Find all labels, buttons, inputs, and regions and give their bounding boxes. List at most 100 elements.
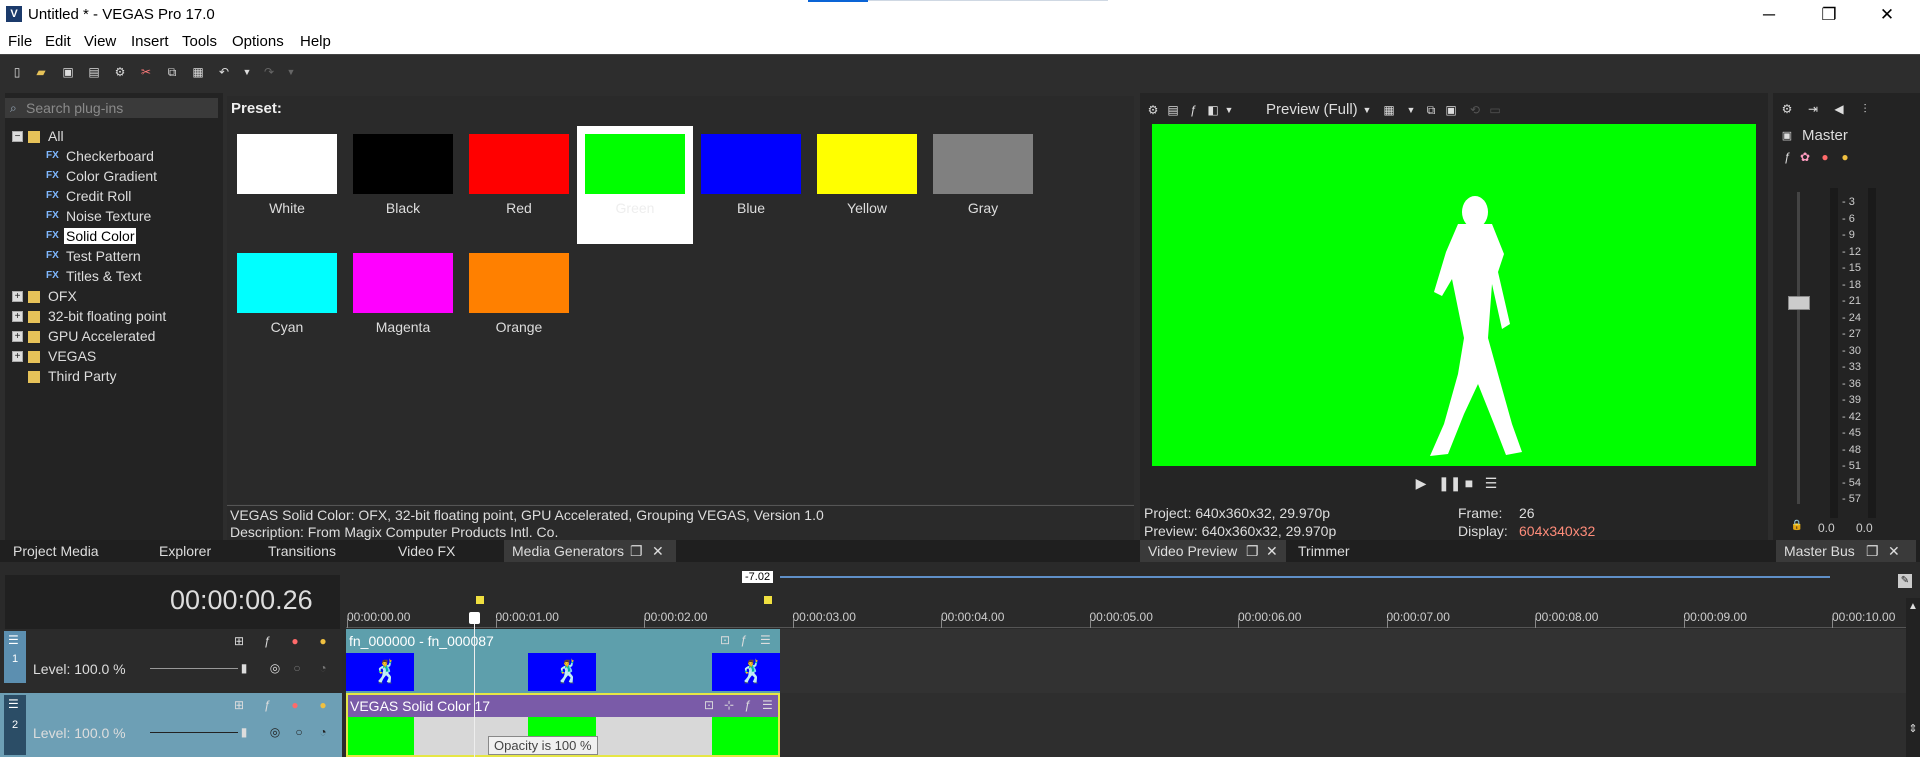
cut-icon[interactable]: ✂ xyxy=(139,65,153,79)
loop-end-marker[interactable] xyxy=(764,596,772,604)
undock-master-icon[interactable]: ❐ xyxy=(1866,540,1879,562)
track-menu-icon[interactable]: ☰ xyxy=(8,697,19,711)
expand-icon[interactable]: + xyxy=(12,291,23,302)
event-pan-crop-icon[interactable]: ⊡ xyxy=(704,698,714,712)
quality-dropdown-icon[interactable]: ▼ xyxy=(1360,103,1374,117)
close-button[interactable]: ✕ xyxy=(1858,0,1916,29)
redo-dropdown-icon[interactable]: ▼ xyxy=(284,65,298,79)
preview-quality-dropdown[interactable]: Preview (Full) xyxy=(1266,101,1358,118)
menu-help[interactable]: Help xyxy=(300,33,331,50)
expand-icon[interactable]: + xyxy=(12,351,23,362)
preset-yellow[interactable]: Yellow xyxy=(809,126,925,244)
minimize-button[interactable]: ─ xyxy=(1740,0,1798,29)
event-menu-icon[interactable]: ☰ xyxy=(760,633,771,647)
preset-white[interactable]: White xyxy=(229,126,345,244)
menu-edit[interactable]: Edit xyxy=(45,33,71,50)
tab-project-media[interactable]: Project Media xyxy=(5,540,151,562)
tree-item[interactable]: FX Test Pattern xyxy=(8,247,218,267)
tab-media-generators[interactable]: Media Generators ❐ ✕ xyxy=(504,540,676,562)
track-1-fx-icon[interactable]: ƒ xyxy=(260,634,274,648)
track-2-fx-icon[interactable]: ƒ xyxy=(260,698,274,712)
event-fx-icon[interactable]: ƒ xyxy=(744,698,751,712)
copy-snapshot-icon[interactable]: ⧉ xyxy=(1424,103,1438,117)
tab-trimmer[interactable]: Trimmer xyxy=(1290,540,1400,562)
tab-video-fx[interactable]: Video FX xyxy=(390,540,502,562)
tab-video-preview[interactable]: Video Preview ❐ ✕ xyxy=(1140,540,1286,562)
transport-menu-icon[interactable]: ☰ xyxy=(1484,476,1498,490)
track-1-compositing-icon[interactable]: ◎ xyxy=(268,661,282,675)
menu-view[interactable]: View xyxy=(84,33,116,50)
zoom-icon[interactable]: ⇕ xyxy=(1906,722,1920,736)
tree-item[interactable]: FX Solid Color xyxy=(8,227,218,247)
master-effects-icon[interactable]: ✿ xyxy=(1798,150,1812,164)
event-pan-crop-icon[interactable]: ⊡ xyxy=(720,633,730,647)
event-fx-icon[interactable]: ƒ xyxy=(740,633,747,647)
undock-preview-icon[interactable]: ❐ xyxy=(1246,540,1259,562)
preset-gray[interactable]: Gray xyxy=(925,126,1041,244)
track-1-solo-icon[interactable]: ● xyxy=(316,634,330,648)
save-as-icon[interactable]: ▤ xyxy=(87,65,101,79)
undo-icon[interactable]: ↶ xyxy=(217,65,231,79)
scroll-up-icon[interactable]: ▲ xyxy=(1906,600,1920,614)
preset-black[interactable]: Black xyxy=(345,126,461,244)
master-checkbox-icon[interactable]: ▣ xyxy=(1780,129,1794,143)
track-2-solo-icon[interactable]: ● xyxy=(316,698,330,712)
master-mute-icon[interactable]: ◀ xyxy=(1832,102,1846,116)
playhead-handle[interactable] xyxy=(469,612,480,624)
track-2-parent-icon[interactable]: ○ xyxy=(292,725,306,739)
overlays-icon[interactable]: ▦ xyxy=(1382,103,1396,117)
track-1-event[interactable]: fn_000000 - fn_000087 ⊡ ƒ ☰ 🕺 🕺 🕺 xyxy=(346,629,780,693)
marker-toolbar-icon[interactable]: ✎ xyxy=(1898,574,1912,588)
close-preview-tab-icon[interactable]: ✕ xyxy=(1266,540,1278,562)
preset-orange[interactable]: Orange xyxy=(461,245,577,363)
tree-item[interactable]: FX Noise Texture xyxy=(8,207,218,227)
preset-cyan[interactable]: Cyan xyxy=(229,245,345,363)
loop-region-line[interactable] xyxy=(780,576,1830,578)
tree-item[interactable]: +32-bit floating point xyxy=(8,307,218,327)
redo-icon[interactable]: ↷ xyxy=(262,65,276,79)
track-menu-icon[interactable]: ☰ xyxy=(8,633,19,647)
track-2-slider-handle[interactable]: ▮ xyxy=(237,725,251,739)
restore-button[interactable]: ❐ xyxy=(1800,0,1858,29)
playhead-cursor[interactable] xyxy=(474,612,475,757)
menu-file[interactable]: File xyxy=(8,33,32,50)
tab-transitions[interactable]: Transitions xyxy=(260,540,382,562)
master-fx-icon[interactable]: ƒ xyxy=(1780,150,1794,164)
close-tab-icon[interactable]: ✕ xyxy=(652,540,664,562)
track-2-motion-icon[interactable]: ⊞ xyxy=(232,698,246,712)
pause-icon[interactable]: ❚❚ xyxy=(1438,476,1461,490)
close-master-tab-icon[interactable]: ✕ xyxy=(1888,540,1900,562)
track-1-child-icon[interactable]: ◔ xyxy=(316,661,330,675)
menu-options[interactable]: Options xyxy=(232,33,284,50)
track-1-mute-icon[interactable]: ● xyxy=(288,634,302,648)
track-1-parent-icon[interactable]: ○ xyxy=(290,661,304,675)
preset-red[interactable]: Red xyxy=(461,126,577,244)
master-settings-icon[interactable]: ⚙ xyxy=(1780,102,1794,116)
master-downmix-icon[interactable]: ⇥ xyxy=(1806,102,1820,116)
tab-explorer[interactable]: Explorer xyxy=(151,540,260,562)
track-2-mute-icon[interactable]: ● xyxy=(288,698,302,712)
tree-item[interactable]: FX Credit Roll xyxy=(8,187,218,207)
master-automation-icon[interactable]: ● xyxy=(1818,150,1832,164)
external-monitor-icon[interactable]: ▤ xyxy=(1166,103,1180,117)
tree-item[interactable]: FX Titles & Text xyxy=(8,267,218,287)
tree-item[interactable]: FX Color Gradient xyxy=(8,167,218,187)
track-2-child-icon[interactable]: ◔ xyxy=(316,725,330,739)
master-fader-handle[interactable] xyxy=(1788,296,1810,310)
stop-icon[interactable]: ■ xyxy=(1462,476,1476,490)
track-2-level-slider[interactable] xyxy=(150,732,238,733)
track-1-motion-icon[interactable]: ⊞ xyxy=(232,634,246,648)
event-menu-icon[interactable]: ☰ xyxy=(762,698,773,712)
save-icon[interactable]: ▣ xyxy=(61,65,75,79)
tree-item[interactable]: FX Checkerboard xyxy=(8,147,218,167)
tree-item[interactable]: + GPU Accelerated xyxy=(8,327,218,347)
undo-dropdown-icon[interactable]: ▼ xyxy=(240,65,254,79)
master-lock-icon[interactable]: 🔒 xyxy=(1790,519,1804,533)
track-1-slider-handle[interactable]: ▮ xyxy=(237,661,251,675)
copy-icon[interactable]: ⧉ xyxy=(165,65,179,79)
overlays-dropdown-icon[interactable]: ▼ xyxy=(1404,103,1418,117)
tree-item[interactable]: Third Party xyxy=(8,367,218,387)
event-crop-icon[interactable]: ⊹ xyxy=(724,698,734,712)
play-icon[interactable]: ▶ xyxy=(1414,476,1428,490)
expand-icon[interactable]: + xyxy=(12,311,23,322)
